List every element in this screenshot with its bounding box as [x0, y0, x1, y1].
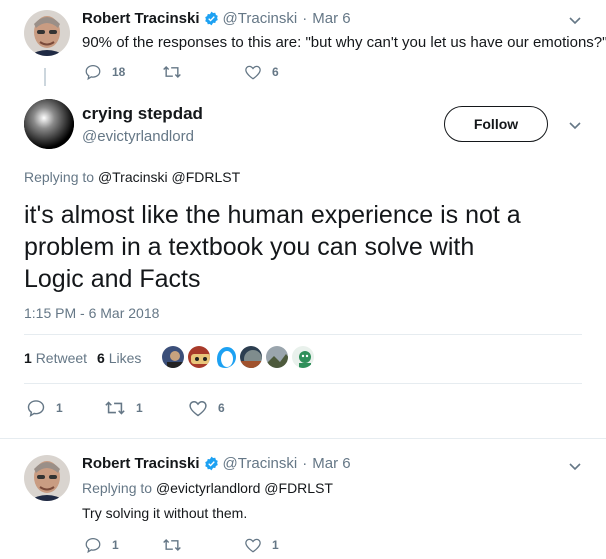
chevron-down-icon[interactable] [567, 458, 583, 474]
retweet-button[interactable] [162, 63, 244, 81]
tweet-text-line: it's almost like the human experience is… [24, 201, 521, 229]
reply-button[interactable]: 1 [26, 398, 104, 418]
liker-avatar[interactable] [212, 344, 238, 370]
follow-button[interactable]: Follow [444, 106, 548, 142]
reply-icon [85, 537, 101, 554]
verified-badge-icon [204, 456, 218, 471]
liker-avatar[interactable] [186, 344, 212, 370]
separator-dot: · [302, 10, 308, 27]
avatar-photo-icon [24, 455, 70, 501]
author-handle[interactable]: @Tracinski [223, 10, 298, 27]
tweet-text-line: Logic and Facts [24, 265, 201, 293]
author-name[interactable]: Robert Tracinski [82, 455, 200, 472]
like-count: 1 [272, 538, 279, 552]
retweet-icon [163, 538, 181, 552]
liker-avatar[interactable] [160, 344, 186, 370]
tweet-header: Robert Tracinski @Tracinski · Mar 6 [82, 455, 351, 472]
author-name[interactable]: crying stepdad [82, 104, 203, 124]
retweet-icon [163, 65, 181, 79]
likers-row [160, 344, 340, 374]
engagement-stats: 1 Retweet 6 Likes [24, 350, 141, 366]
chevron-down-icon[interactable] [567, 12, 583, 28]
like-stat-count: 6 [97, 350, 105, 366]
divider [24, 334, 582, 335]
author-handle[interactable]: @Tracinski [223, 455, 298, 472]
like-button[interactable]: 6 [188, 398, 268, 418]
like-count: 6 [218, 401, 225, 415]
retweet-button[interactable]: 1 [104, 398, 188, 418]
retweet-icon [105, 401, 125, 415]
chevron-down-icon[interactable] [567, 117, 583, 133]
verified-badge-icon [204, 11, 218, 26]
replying-to-prefix: Replying to [82, 480, 153, 496]
liker-avatar[interactable] [290, 344, 316, 370]
like-icon [189, 401, 207, 417]
reply-button[interactable]: 1 [84, 536, 162, 554]
liker-avatar[interactable] [264, 344, 290, 370]
tweet-text-line: problem in a textbook you can solve with [24, 233, 475, 261]
tweet-actions: 18 6 [84, 63, 324, 81]
avatar[interactable] [24, 455, 70, 501]
main-tweet-text: it's almost like the human experience is… [24, 199, 521, 295]
tweet-header: Robert Tracinski @Tracinski · Mar 6 [82, 10, 351, 27]
like-button[interactable]: 1 [244, 536, 324, 554]
divider [0, 438, 606, 439]
tweet-date[interactable]: Mar 6 [312, 10, 350, 27]
like-icon [245, 538, 261, 553]
replying-to-prefix: Replying to [24, 169, 95, 185]
liker-avatar[interactable] [238, 344, 264, 370]
avatar-photo-icon [24, 10, 70, 56]
reply-count: 1 [112, 538, 119, 552]
replying-to-handles[interactable]: @Tracinski @FDRLST [98, 169, 240, 185]
replying-to: Replying to @Tracinski @FDRLST [24, 169, 240, 185]
like-stat-label: Likes [108, 350, 142, 366]
reply-icon [85, 64, 101, 81]
reply-count: 1 [56, 401, 63, 415]
author-handle[interactable]: @evictyrlandlord [82, 128, 194, 145]
tweet-text: Try solving it without them. [82, 505, 248, 521]
replying-to: Replying to @evictyrlandlord @FDRLST [82, 480, 333, 496]
tweet-timestamp[interactable]: 1:15 PM - 6 Mar 2018 [24, 305, 159, 321]
retweet-button[interactable] [162, 536, 244, 554]
like-icon [245, 65, 261, 80]
retweet-stat-count: 1 [24, 350, 32, 366]
reply-count: 18 [112, 65, 126, 79]
retweet-stat-label: Retweet [35, 350, 88, 366]
tweet-actions: 1 1 [84, 536, 324, 554]
avatar[interactable] [24, 99, 74, 149]
like-button[interactable]: 6 [244, 63, 324, 81]
reply-button[interactable]: 18 [84, 63, 162, 81]
divider [24, 383, 582, 384]
author-name[interactable]: Robert Tracinski [82, 10, 200, 27]
tweet-text: 90% of the responses to this are: "but w… [82, 34, 606, 51]
separator-dot: · [302, 455, 308, 472]
reply-icon [27, 400, 45, 418]
replying-to-handles[interactable]: @evictyrlandlord @FDRLST [156, 480, 333, 496]
tweet-actions: 1 1 6 [26, 398, 268, 418]
thread-line [44, 68, 46, 86]
avatar[interactable] [24, 10, 70, 56]
like-count: 6 [272, 65, 279, 79]
retweet-stat[interactable]: 1 Retweet [24, 350, 87, 366]
retweet-count: 1 [136, 401, 143, 415]
avatar-sphere-icon [24, 99, 74, 149]
tweet-date[interactable]: Mar 6 [312, 455, 350, 472]
like-stat[interactable]: 6 Likes [97, 350, 141, 366]
